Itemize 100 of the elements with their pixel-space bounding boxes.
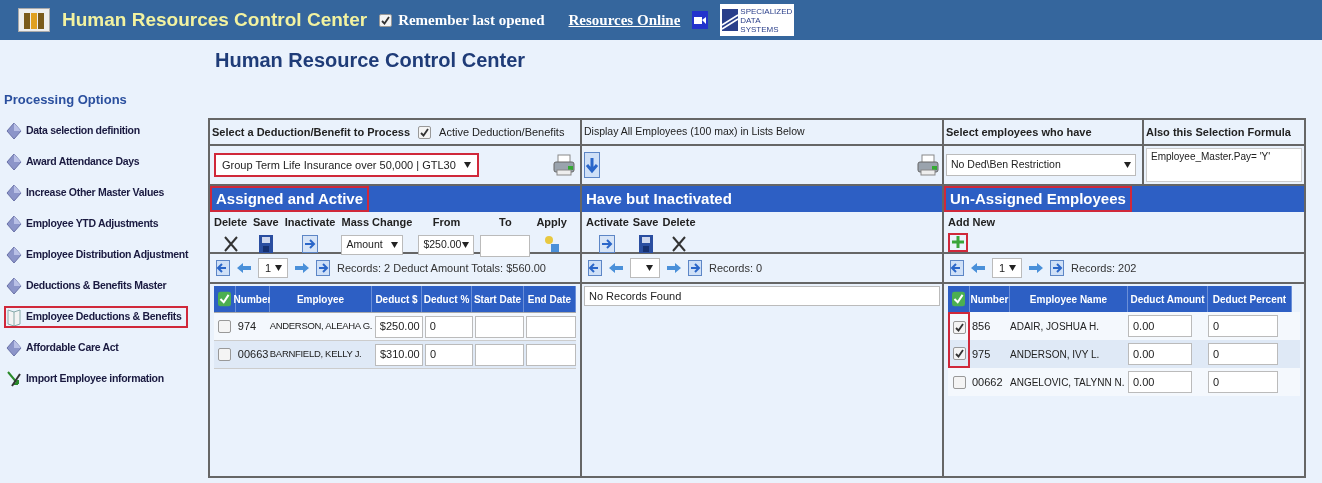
- download-icon[interactable]: [584, 152, 600, 178]
- column-header: Deduct Amount: [1128, 286, 1208, 312]
- table-cell-text: 975: [971, 346, 992, 362]
- mass-change-select[interactable]: Amount: [341, 234, 404, 255]
- end-date-input[interactable]: [526, 315, 576, 338]
- percent-input[interactable]: 0: [1208, 371, 1278, 393]
- sidebar-item[interactable]: Increase Other Master Values: [4, 181, 171, 204]
- next-arrow-icon[interactable]: [295, 263, 309, 273]
- percent-input[interactable]: 0: [424, 315, 473, 338]
- printer-icon[interactable]: [552, 153, 576, 177]
- column-header: Deduct $: [372, 286, 422, 312]
- page-title: Human Resource Control Center: [214, 48, 527, 73]
- column-header: Employee: [270, 286, 372, 312]
- column-header: Start Date: [472, 286, 524, 312]
- checkbox[interactable]: [418, 125, 432, 139]
- first-page-icon[interactable]: [588, 260, 602, 276]
- previous-arrow-icon[interactable]: [971, 263, 985, 273]
- amount-input[interactable]: 0.00: [1128, 371, 1192, 393]
- table-cell-text: ADAIR, JOSHUA H.: [1010, 319, 1100, 334]
- sidebar-item[interactable]: Data selection definition: [4, 119, 146, 142]
- action-label: Save: [253, 215, 279, 230]
- amount-input[interactable]: $310.00: [374, 343, 423, 366]
- amount-input[interactable]: $250.00: [374, 315, 423, 338]
- apply-icon[interactable]: [543, 234, 560, 253]
- first-page-icon[interactable]: [950, 260, 964, 276]
- sidebar-item[interactable]: Employee Deductions & Benefits: [4, 305, 188, 328]
- column-header: Deduct Percent: [1208, 286, 1292, 312]
- field-label: Mass Change: [341, 215, 413, 230]
- to-input[interactable]: [480, 234, 531, 257]
- from-select[interactable]: $250.00: [418, 234, 475, 255]
- checkbox[interactable]: [379, 13, 393, 27]
- sidebar-item[interactable]: Award Attendance Days: [4, 150, 146, 173]
- last-page-icon[interactable]: [1050, 260, 1064, 276]
- checkbox[interactable]: [218, 320, 232, 333]
- previous-arrow-icon[interactable]: [609, 263, 623, 273]
- percent-input[interactable]: 0: [1208, 315, 1278, 337]
- sidebar-item[interactable]: Deductions & Benefits Master: [4, 274, 173, 297]
- page-select[interactable]: [630, 258, 660, 278]
- diamond-icon: [6, 152, 22, 171]
- start-date-input[interactable]: [474, 315, 525, 338]
- table-cell-text: BARNFIELD, KELLY J.: [269, 347, 363, 362]
- action-label: Delete: [214, 215, 248, 230]
- checkbox[interactable]: [952, 346, 966, 360]
- action-label: Activate: [586, 215, 629, 230]
- amount-input[interactable]: 0.00: [1128, 343, 1192, 365]
- logo-text: DATA: [740, 15, 762, 25]
- app-title: Human Resources Control Center: [62, 7, 368, 32]
- table-cell-text: ANDERSON, ALEAHA G.: [269, 319, 374, 334]
- previous-arrow-icon[interactable]: [237, 263, 251, 273]
- deduction-select[interactable]: Group Term Life Insurance over 50,000 | GTL30: [214, 153, 479, 177]
- diamond-icon: [6, 245, 22, 264]
- formula-textarea[interactable]: Employee_Master.Pay= 'Y': [1146, 148, 1302, 182]
- page-select[interactable]: 1: [258, 258, 288, 278]
- percent-input[interactable]: 0: [1208, 343, 1278, 365]
- check-all-icon[interactable]: [952, 290, 965, 308]
- percent-input[interactable]: 0: [424, 343, 473, 366]
- table-cell-text: 856: [971, 318, 992, 334]
- checkbox[interactable]: [952, 375, 966, 389]
- records-summary: Records: 2 Deduct Amount Totals: $560.00: [337, 260, 546, 276]
- sidebar-item[interactable]: Affordable Care Act: [4, 336, 125, 359]
- next-arrow-icon[interactable]: [667, 263, 681, 273]
- action-label: Add New: [948, 215, 997, 230]
- sidebar-item[interactable]: Employee YTD Adjustments: [4, 212, 165, 235]
- first-page-icon[interactable]: [216, 260, 230, 276]
- field-label: From: [432, 215, 461, 230]
- video-camera-icon[interactable]: [692, 11, 709, 29]
- section-title: Un-Assigned Employees: [944, 186, 1132, 212]
- table-cell-text: ANDERSON, IVY L.: [1010, 347, 1101, 362]
- book-icon: [6, 307, 22, 326]
- action-label: Apply: [536, 215, 567, 230]
- checkbox[interactable]: [218, 348, 232, 361]
- next-arrow-icon[interactable]: [1029, 263, 1043, 273]
- sidebar-item[interactable]: Import Employee information: [4, 367, 170, 390]
- table-cell-text: ANGELOVIC, TALYNN N.: [1010, 375, 1126, 390]
- end-date-input[interactable]: [526, 343, 576, 366]
- caret-icon: [1009, 265, 1017, 271]
- logo-text: SYSTEMS: [740, 24, 780, 34]
- close-icon[interactable]: [222, 234, 239, 253]
- start-date-input[interactable]: [474, 343, 525, 366]
- check-all-icon[interactable]: [218, 290, 231, 308]
- printer-icon[interactable]: [916, 153, 940, 177]
- page-select[interactable]: 1: [992, 258, 1022, 278]
- sidebar-item[interactable]: Employee Distribution Adjustment: [4, 243, 195, 266]
- checkbox[interactable]: [952, 320, 966, 334]
- restriction-select[interactable]: No Ded\Ben Restriction: [946, 154, 1136, 176]
- amount-input[interactable]: 0.00: [1128, 315, 1192, 337]
- app-logo-icon: [18, 8, 50, 32]
- resources-online-link[interactable]: Resources Online: [568, 8, 681, 32]
- last-page-icon[interactable]: [688, 260, 702, 276]
- close-icon[interactable]: [671, 234, 687, 253]
- column-header: Deduct %: [422, 286, 472, 312]
- caret-icon: [1124, 162, 1131, 168]
- section-title: Assigned and Active: [210, 186, 369, 212]
- action-label: Save: [632, 215, 659, 230]
- action-label: Inactivate: [284, 215, 336, 230]
- checkbox-label: Active Deduction/Benefits: [439, 124, 565, 140]
- caret-icon: [391, 241, 399, 248]
- import-arrows-icon: [6, 369, 22, 388]
- last-page-icon[interactable]: [316, 260, 330, 276]
- diamond-icon: [6, 183, 22, 202]
